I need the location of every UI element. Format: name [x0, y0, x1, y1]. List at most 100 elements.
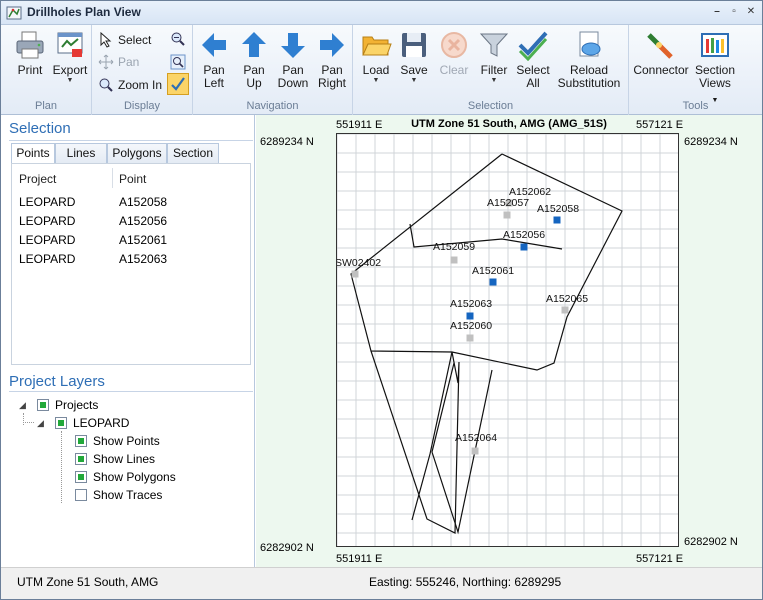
- print-label: Print: [17, 63, 43, 77]
- tab-section[interactable]: Section: [167, 143, 219, 163]
- bottom-right-northing: 6282902 N: [684, 536, 738, 548]
- save-button[interactable]: Save ▼: [397, 29, 431, 85]
- drillhole-point-label: A152056: [503, 229, 545, 241]
- select-all-button[interactable]: Select All: [515, 29, 551, 90]
- drillhole-point-marker[interactable]: [450, 256, 458, 264]
- checkbox[interactable]: [75, 435, 87, 447]
- map-plot[interactable]: A152062 A152057 A152058 A152056 A152059 SW024…: [335, 133, 679, 547]
- save-label: Save: [400, 63, 428, 77]
- ribbon-group-navigation: Pan Left Pan Up Pan Down Pan Right Navig…: [193, 25, 353, 115]
- column-header-point[interactable]: Point: [119, 172, 146, 186]
- divider: [9, 391, 253, 392]
- arrow-left-icon: [202, 33, 226, 57]
- drillhole-point-label: A152065: [546, 293, 588, 305]
- tab-polygons[interactable]: Polygons: [107, 143, 167, 163]
- tree-collapse-icon[interactable]: ◢: [19, 396, 26, 414]
- arrow-right-icon: [320, 33, 344, 57]
- connector-button[interactable]: Connector: [631, 29, 691, 77]
- row-point[interactable]: A152058: [119, 195, 167, 209]
- row-project[interactable]: LEOPARD: [19, 252, 75, 266]
- map-canvas[interactable]: A152062A152057 A152058A152056A152059SW024…: [335, 133, 678, 546]
- tree-line: [25, 422, 34, 423]
- section-views-label-1: Section: [695, 63, 736, 77]
- minimize-button[interactable]: –: [711, 6, 723, 18]
- drillhole-point-marker[interactable]: [489, 278, 497, 286]
- drillhole-point-marker[interactable]: [466, 312, 474, 320]
- zoom-extents-icon[interactable]: [170, 54, 186, 70]
- pan-left-label-1: Pan: [203, 63, 225, 77]
- ribbon-group-display: Select Pan Zoom In Display: [92, 25, 193, 115]
- drillhole-point-marker[interactable]: [351, 270, 359, 278]
- group-label-plan: Plan: [34, 100, 58, 112]
- tree-label: LEOPARD: [73, 416, 130, 430]
- tree-label: Show Polygons: [93, 470, 176, 484]
- drillhole-app-icon: [6, 6, 22, 20]
- connector-label: Connector: [633, 63, 689, 77]
- pan-left-button[interactable]: Pan Left: [197, 29, 231, 90]
- check-pencil-icon[interactable]: [167, 73, 189, 95]
- chevron-down-icon: ▼: [490, 77, 498, 84]
- tree-label: Show Traces: [93, 488, 163, 502]
- checkbox[interactable]: [75, 471, 87, 483]
- section-views-button[interactable]: Section Views ▼: [695, 29, 735, 107]
- clear-button[interactable]: Clear: [437, 29, 471, 77]
- row-project[interactable]: LEOPARD: [19, 195, 75, 209]
- title-bar: Drillholes Plan View – ▫ ✕: [1, 1, 762, 25]
- zoom-in-label: Zoom In: [118, 78, 163, 92]
- drillhole-point-marker[interactable]: [471, 447, 479, 455]
- export-button[interactable]: Export ▼: [50, 29, 90, 85]
- drillhole-point-marker[interactable]: [503, 211, 511, 219]
- row-point[interactable]: A152056: [119, 214, 167, 228]
- checkbox[interactable]: [55, 417, 67, 429]
- drillhole-point-marker[interactable]: [553, 216, 561, 224]
- pan-right-button[interactable]: Pan Right: [315, 29, 349, 90]
- pan-up-button[interactable]: Pan Up: [237, 29, 271, 90]
- checkbox[interactable]: [75, 453, 87, 465]
- select-all-label-1: Select: [516, 63, 550, 77]
- reload-substitution-button[interactable]: Reload Substitution: [555, 29, 623, 90]
- arrow-down-icon: [281, 33, 305, 58]
- app-window: Drillholes Plan View – ▫ ✕ Print Export …: [0, 0, 763, 600]
- group-label-navigation: Navigation: [246, 100, 299, 112]
- selection-list[interactable]: Project Point LEOPARD A152058 LEOPARD A1…: [11, 163, 251, 365]
- tab-lines[interactable]: Lines: [55, 143, 107, 163]
- pan-tool-button[interactable]: Pan: [98, 53, 139, 71]
- drillhole-point-marker[interactable]: [466, 334, 474, 342]
- top-right-easting: 557121 E: [636, 119, 684, 131]
- zoom-out-icon[interactable]: [170, 31, 186, 47]
- column-header-project[interactable]: Project: [19, 172, 56, 186]
- row-project[interactable]: LEOPARD: [19, 233, 75, 247]
- load-button[interactable]: Load ▼: [359, 29, 393, 85]
- section-line: [370, 350, 460, 534]
- check-all-icon: [518, 31, 548, 61]
- map-view[interactable]: 551911 E UTM Zone 51 South, AMG (AMG_51S…: [256, 115, 762, 567]
- maximize-button[interactable]: ▫: [728, 6, 740, 18]
- drillhole-point-label: A152059: [433, 241, 475, 253]
- pan-down-button[interactable]: Pan Down: [275, 29, 311, 90]
- close-button[interactable]: ✕: [745, 6, 757, 18]
- select-all-label-2: All: [526, 76, 540, 90]
- bottom-left-northing: 6282902 N: [260, 542, 314, 554]
- section-views-icon: [701, 33, 729, 57]
- column-separator: [112, 168, 113, 188]
- zoom-in-button[interactable]: Zoom In: [98, 76, 162, 94]
- drillhole-point-label: A152063: [450, 298, 492, 310]
- map-title: UTM Zone 51 South, AMG (AMG_51S): [411, 118, 607, 130]
- tree-collapse-icon[interactable]: ◢: [37, 414, 44, 432]
- checkbox[interactable]: [37, 399, 49, 411]
- drillhole-point-label: A152058: [537, 203, 579, 215]
- drillhole-point-marker[interactable]: [561, 306, 569, 314]
- print-button[interactable]: Print: [11, 29, 49, 77]
- polygon-outline: [350, 153, 623, 371]
- filter-button[interactable]: Filter ▼: [477, 29, 511, 85]
- drillhole-point-marker[interactable]: [520, 243, 528, 251]
- row-point[interactable]: A152063: [119, 252, 167, 266]
- tree-line: [23, 413, 24, 425]
- drillhole-point-label: A152061: [472, 265, 514, 277]
- drillhole-point-label: SW02402: [337, 257, 381, 269]
- checkbox[interactable]: [75, 489, 87, 501]
- tab-points[interactable]: Points: [11, 143, 55, 164]
- row-project[interactable]: LEOPARD: [19, 214, 75, 228]
- row-point[interactable]: A152061: [119, 233, 167, 247]
- select-tool-button[interactable]: Select: [98, 31, 151, 49]
